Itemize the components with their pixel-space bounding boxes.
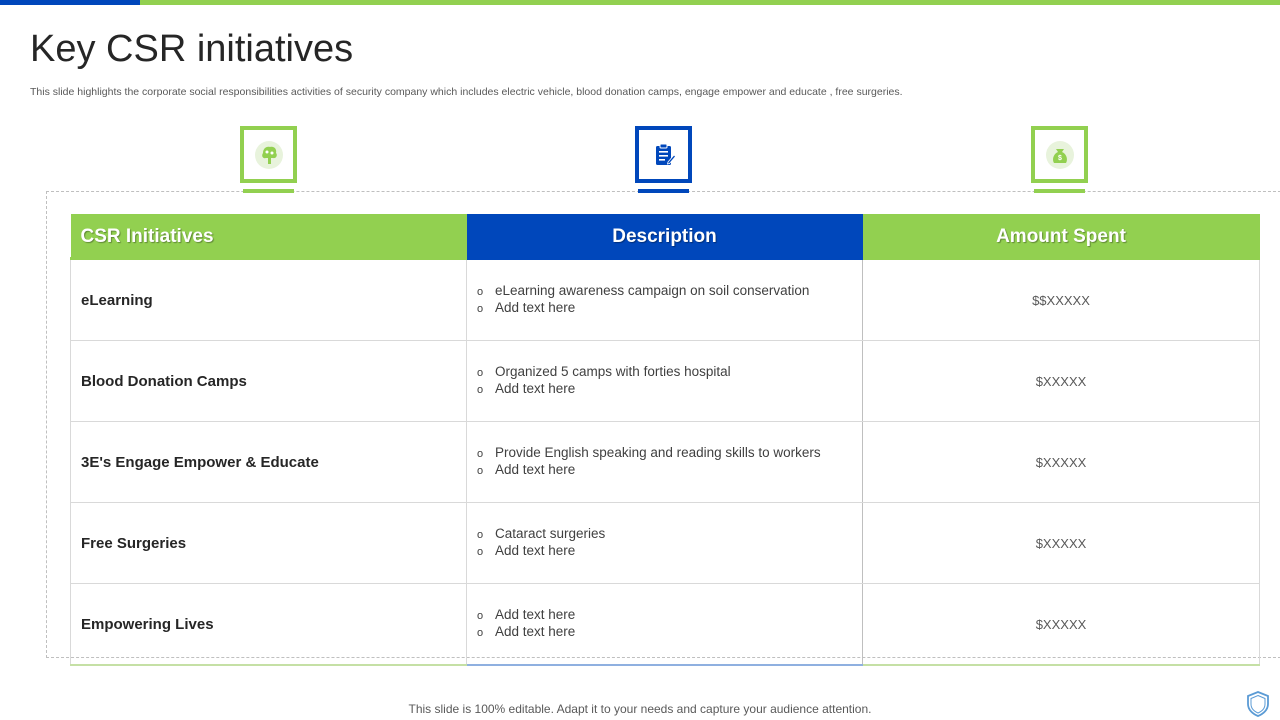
shield-icon bbox=[1247, 691, 1269, 717]
icon-underline bbox=[638, 189, 689, 193]
initiative-description: o Provide English speaking and reading sk… bbox=[466, 421, 863, 503]
icon-underline bbox=[243, 189, 294, 193]
list-item: o Add text here bbox=[477, 462, 862, 479]
bullet-text: Add text here bbox=[495, 300, 576, 315]
money-bag-icon: $ bbox=[1041, 136, 1078, 173]
header-amount-spent: Amount Spent bbox=[862, 214, 1260, 260]
icon-underline bbox=[1034, 189, 1085, 193]
bullet-text: eLearning awareness campaign on soil con… bbox=[495, 283, 810, 298]
bullet-text: Provide English speaking and reading ski… bbox=[495, 445, 821, 460]
initiative-name: eLearning bbox=[70, 258, 467, 341]
initiative-description: o Add text here o Add text here bbox=[466, 583, 863, 666]
csr-table: CSR Initiatives Description Amount Spent… bbox=[70, 214, 1260, 666]
bullet-mark: o bbox=[477, 529, 484, 541]
bullet-mark: o bbox=[477, 367, 484, 379]
table-row: Free Surgeries o Cataract surgeries o Add … bbox=[70, 502, 1260, 584]
list-item: o Add text here bbox=[477, 543, 862, 560]
bullet-text: Add text here bbox=[495, 381, 576, 396]
header-csr-initiatives: CSR Initiatives bbox=[70, 214, 467, 260]
icon-box-initiatives bbox=[240, 126, 297, 183]
amount-spent: $XXXXX bbox=[862, 583, 1260, 666]
bullet-mark: o bbox=[477, 448, 484, 460]
top-accent-bar-green bbox=[140, 0, 1280, 5]
bullet-mark: o bbox=[477, 610, 484, 622]
clipboard-checklist-icon bbox=[645, 136, 682, 173]
list-item: o eLearning awareness campaign on soil co… bbox=[477, 283, 862, 300]
list-item: o Add text here bbox=[477, 381, 862, 398]
slide-subtitle: This slide highlights the corporate soci… bbox=[30, 86, 903, 98]
amount-spent: $$XXXXX bbox=[862, 258, 1260, 341]
table-row: 3E's Engage Empower & Educate o Provide E… bbox=[70, 421, 1260, 503]
icon-box-description bbox=[635, 126, 692, 183]
list-item: o Add text here bbox=[477, 624, 862, 641]
table-row: Blood Donation Camps o Organized 5 camps … bbox=[70, 340, 1260, 422]
bullet-mark: o bbox=[477, 465, 484, 477]
initiative-description: o Organized 5 camps with forties hospital… bbox=[466, 340, 863, 422]
bullet-mark: o bbox=[477, 627, 484, 639]
list-item: o Cataract surgeries bbox=[477, 526, 862, 543]
list-item: o Organized 5 camps with forties hospital bbox=[477, 364, 862, 381]
list-item: o Add text here bbox=[477, 300, 862, 317]
icon-box-amount: $ bbox=[1031, 126, 1088, 183]
initiative-name: 3E's Engage Empower & Educate bbox=[70, 421, 467, 503]
initiative-name: Empowering Lives bbox=[70, 583, 467, 666]
bullet-text: Add text here bbox=[495, 462, 576, 477]
slide-title: Key CSR initiatives bbox=[30, 28, 354, 70]
initiative-name: Free Surgeries bbox=[70, 502, 467, 584]
slide-footer: This slide is 100% editable. Adapt it to… bbox=[408, 702, 872, 716]
top-accent-bar-blue bbox=[0, 0, 140, 5]
bullet-text: Add text here bbox=[495, 543, 576, 558]
bullet-mark: o bbox=[477, 546, 484, 558]
table-row: eLearning o eLearning awareness campaign … bbox=[70, 258, 1260, 341]
initiative-description: o Cataract surgeries o Add text here bbox=[466, 502, 863, 584]
initiative-name: Blood Donation Camps bbox=[70, 340, 467, 422]
tree-brain-icon bbox=[250, 136, 287, 173]
list-item: o Provide English speaking and reading sk… bbox=[477, 445, 862, 462]
list-item: o Add text here bbox=[477, 607, 862, 624]
table-row: Empowering Lives o Add text here o Add tex… bbox=[70, 583, 1260, 666]
bullet-mark: o bbox=[477, 286, 484, 298]
amount-spent: $XXXXX bbox=[862, 340, 1260, 422]
bullet-mark: o bbox=[477, 384, 484, 396]
bullet-text: Cataract surgeries bbox=[495, 526, 606, 541]
bullet-text: Organized 5 camps with forties hospital bbox=[495, 364, 731, 379]
bullet-text: Add text here bbox=[495, 607, 576, 622]
bullet-mark: o bbox=[477, 303, 484, 315]
svg-text:$: $ bbox=[1058, 155, 1062, 162]
header-description: Description bbox=[466, 214, 863, 260]
table-header-row: CSR Initiatives Description Amount Spent bbox=[70, 214, 1260, 260]
initiative-description: o eLearning awareness campaign on soil co… bbox=[466, 258, 863, 341]
bullet-text: Add text here bbox=[495, 624, 576, 639]
amount-spent: $XXXXX bbox=[862, 502, 1260, 584]
amount-spent: $XXXXX bbox=[862, 421, 1260, 503]
